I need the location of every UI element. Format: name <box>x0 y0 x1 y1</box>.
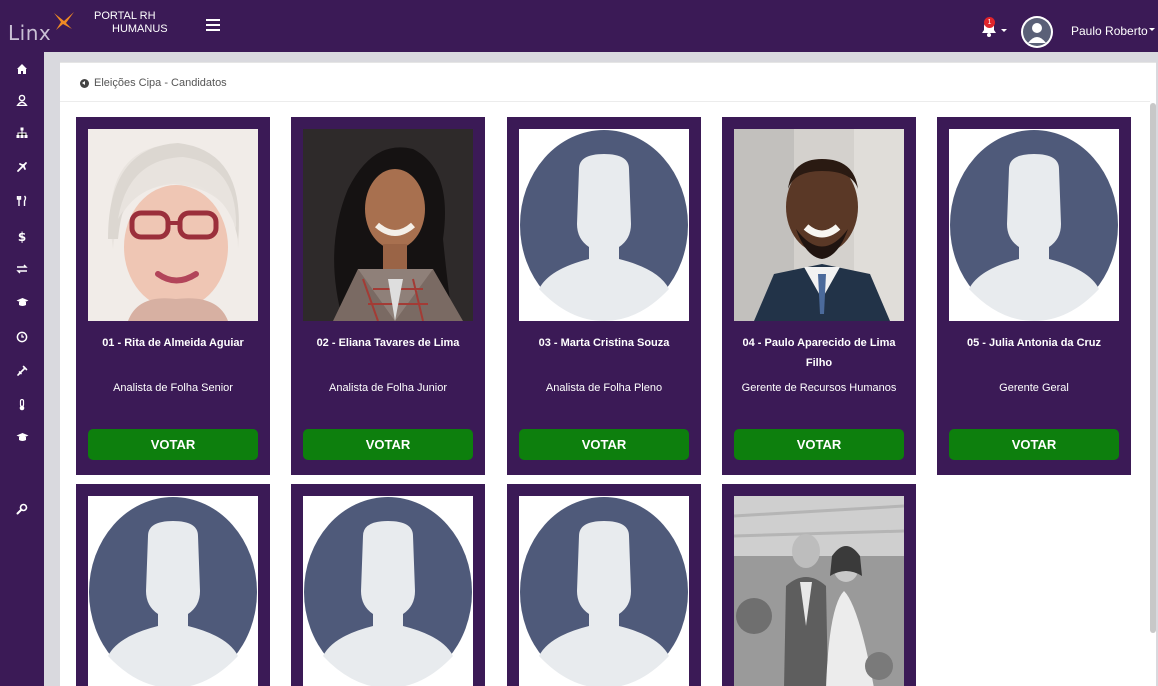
candidate-photo <box>519 496 689 686</box>
wrench-icon[interactable] <box>8 502 36 520</box>
vote-button[interactable]: VOTAR <box>949 429 1119 460</box>
candidate-card <box>507 484 701 686</box>
home-icon[interactable] <box>8 62 36 80</box>
thermometer-icon[interactable] <box>8 398 36 416</box>
back-circle-icon[interactable] <box>80 78 89 88</box>
cutlery-icon[interactable] <box>8 194 36 212</box>
portal-title-line2: HUMANUS <box>112 23 168 35</box>
candidate-name: 01 - Rita de Almeida Aguiar <box>102 337 244 349</box>
portal-title-line1: PORTAL RH <box>94 10 156 22</box>
candidate-card: 01 - Rita de Almeida Aguiar Analista de … <box>76 117 270 475</box>
logo-mark-icon <box>54 12 74 30</box>
user-name[interactable]: Paulo Roberto <box>1071 24 1148 38</box>
linx-logo[interactable]: Linx <box>8 11 78 47</box>
candidate-role: Gerente Geral <box>999 382 1069 394</box>
sidebar: $ <box>0 52 44 686</box>
candidate-name: 04 - Paulo Aparecido de Lima Filho <box>742 337 896 369</box>
content-panel: Eleições Cipa - Candidatos 01 - Rita de … <box>60 62 1156 686</box>
candidate-photo <box>88 129 258 321</box>
vote-button[interactable]: VOTAR <box>88 429 258 460</box>
user-icon[interactable] <box>8 93 36 111</box>
vote-button[interactable]: VOTAR <box>734 429 904 460</box>
candidate-card: 04 - Paulo Aparecido de Lima Filho Geren… <box>722 117 916 475</box>
menu-toggle-icon[interactable] <box>206 19 220 31</box>
portal-title: PORTAL RH HUMANUS <box>94 10 168 36</box>
notification-caret-icon[interactable] <box>1001 29 1007 32</box>
candidate-photo <box>949 129 1119 321</box>
user-silhouette-icon <box>1023 18 1051 46</box>
avatar-placeholder-icon <box>519 496 689 686</box>
vote-button[interactable]: VOTAR <box>303 429 473 460</box>
photo-woman-dark-hair <box>303 129 473 321</box>
avatar-placeholder-icon <box>303 496 473 686</box>
syringe-icon[interactable] <box>8 364 36 382</box>
candidate-name: 05 - Julia Antonia da Cruz <box>966 337 1102 349</box>
candidate-card <box>76 484 270 686</box>
scrollbar[interactable] <box>1150 103 1156 633</box>
candidate-role: Analista de Folha Pleno <box>545 382 663 394</box>
avatar-placeholder-icon <box>949 129 1119 321</box>
divider <box>60 101 1150 102</box>
candidate-name: 02 - Eliana Tavares de Lima <box>316 337 460 349</box>
candidate-card: 02 - Eliana Tavares de Lima Analista de … <box>291 117 485 475</box>
candidate-photo <box>734 129 904 321</box>
candidate-role: Analista de Folha Junior <box>328 382 447 394</box>
avatar-placeholder-icon <box>88 496 258 686</box>
candidate-name: 03 - Marta Cristina Souza <box>538 337 670 349</box>
photo-man-smiling <box>734 129 904 321</box>
candidate-card <box>722 484 916 686</box>
graduation-cap-icon[interactable] <box>8 295 36 313</box>
plane-icon[interactable] <box>8 160 36 178</box>
candidate-card: 03 - Marta Cristina Souza Analista de Fo… <box>507 117 701 475</box>
photo-woman-glasses <box>88 129 258 321</box>
candidate-role: Analista de Folha Senior <box>113 382 233 394</box>
candidate-photo <box>734 496 904 686</box>
vote-button[interactable]: VOTAR <box>519 429 689 460</box>
avatar-placeholder-icon <box>519 129 689 321</box>
clock-icon[interactable] <box>8 330 36 348</box>
candidate-photo <box>519 129 689 321</box>
user-avatar[interactable] <box>1021 16 1053 48</box>
candidate-card: 05 - Julia Antonia da Cruz Gerente Geral… <box>937 117 1131 475</box>
dollar-icon[interactable]: $ <box>8 228 36 246</box>
candidate-card <box>291 484 485 686</box>
photo-wedding-couple <box>734 496 904 686</box>
breadcrumb: Eleições Cipa - Candidatos <box>80 77 227 89</box>
graduation-cap-icon[interactable] <box>8 430 36 448</box>
candidate-photo <box>303 129 473 321</box>
logo-text: Linx <box>8 21 52 45</box>
exchange-icon[interactable] <box>8 262 36 280</box>
sitemap-icon[interactable] <box>8 126 36 144</box>
notification-badge: 1 <box>984 17 995 28</box>
candidate-role: Gerente de Recursos Humanos <box>741 382 897 394</box>
user-menu-caret-icon[interactable] <box>1149 28 1155 31</box>
candidate-photo <box>88 496 258 686</box>
breadcrumb-text: Eleições Cipa - Candidatos <box>94 77 227 89</box>
top-bar: Linx PORTAL RH HUMANUS 1 Paulo Roberto <box>0 0 1158 52</box>
candidate-photo <box>303 496 473 686</box>
